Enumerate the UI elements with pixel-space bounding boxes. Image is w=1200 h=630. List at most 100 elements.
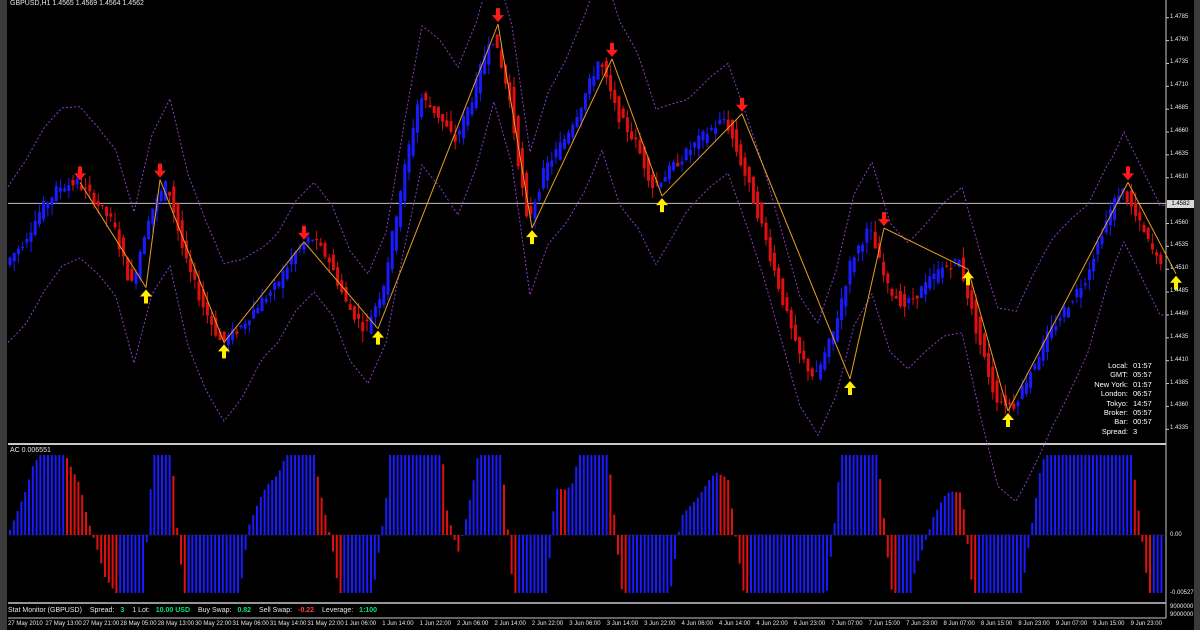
candle-body [634, 137, 638, 140]
clock-label: Tokyo: [1106, 398, 1128, 408]
ac-bar [1084, 455, 1087, 535]
time-tick-label: 28 May 05:00 [120, 621, 157, 627]
ac-bar [453, 535, 456, 540]
ac-bar [20, 501, 23, 535]
ac-bar [867, 455, 870, 535]
time-tick-label: 9 Jun 23:00 [1130, 621, 1162, 627]
candle-body [840, 298, 844, 321]
candle-body [378, 299, 382, 308]
ac-bar [875, 455, 878, 535]
ac-bar [841, 455, 844, 535]
candle-body [810, 368, 814, 377]
ac-bar [556, 488, 559, 535]
time-tick-label: 4 Jun 22:00 [756, 621, 788, 627]
ac-bar [818, 535, 821, 593]
ac-bar [1046, 455, 1049, 535]
ac-bar [993, 535, 996, 593]
candle-body [928, 276, 932, 289]
ac-bar [271, 480, 274, 535]
ac-bar [248, 524, 251, 535]
ac-bar [1004, 535, 1007, 593]
candle-body [1058, 318, 1062, 321]
candle-body [768, 237, 772, 262]
ac-bar [837, 482, 840, 535]
ac-bar [244, 535, 247, 551]
ac-bar [275, 476, 277, 535]
candle-body [1020, 385, 1024, 399]
lower-band [7, 99, 1166, 503]
candle-body [222, 331, 226, 340]
price-tick-label: 1.4560 [1170, 219, 1189, 226]
ac-bar [594, 455, 597, 535]
price-tick-label: 1.4710 [1170, 82, 1189, 89]
ac-bar [427, 455, 429, 535]
time-tick-label: 2 Jun 14:00 [494, 621, 526, 627]
time-tick-label: 2 Jun 22:00 [531, 621, 564, 627]
ac-bar [392, 455, 395, 535]
ac-bar [658, 535, 661, 593]
time-tick-label: 1 Jun 06:00 [344, 621, 377, 627]
ac-bar [9, 530, 11, 535]
candle-body [1138, 212, 1142, 221]
ac-bar [1149, 535, 1151, 593]
ac-bar [746, 535, 749, 593]
ac-bar [932, 516, 935, 535]
candle-body [835, 318, 839, 342]
ac-bar [803, 535, 806, 593]
buy-arrow-icon [844, 380, 856, 395]
buy-arrow-icon [372, 330, 384, 345]
ac-bar [157, 455, 160, 535]
ac-bar [1076, 455, 1079, 535]
ac-bar [719, 474, 722, 535]
candle-body [273, 283, 277, 290]
candle-body [403, 164, 407, 202]
ac-bar [772, 535, 775, 593]
candle-body [256, 308, 260, 314]
ac-bar [50, 455, 53, 535]
ac-bar [385, 498, 388, 535]
ac-bar [814, 535, 817, 593]
candle-body [264, 298, 268, 303]
sell-arrow-icon [878, 212, 890, 227]
candle-body [1066, 307, 1070, 318]
candle-body [764, 222, 768, 240]
ac-bar [85, 512, 87, 535]
ac-bar [674, 535, 676, 559]
time-tick-label: 31 May 22:00 [307, 621, 344, 627]
ac-bar [503, 484, 505, 535]
price-chart[interactable] [0, 0, 1200, 630]
ac-bar [905, 535, 908, 593]
candle-body [172, 186, 176, 214]
ac-bar [107, 535, 110, 583]
candle-body [688, 149, 692, 155]
ac-bar [1008, 535, 1011, 593]
ac-bar [199, 535, 201, 593]
ac-bar [586, 455, 589, 535]
ac-bar [533, 535, 536, 593]
ac-bar [267, 483, 270, 535]
ac-bar [898, 535, 901, 593]
ac-bar [1107, 455, 1110, 535]
ac-bar [176, 527, 179, 535]
ac-bar [328, 531, 331, 535]
candle-body [709, 127, 713, 130]
ac-bar [738, 535, 741, 564]
price-tick-label: 1.4735 [1170, 59, 1189, 66]
spread-label: Spread: [89, 607, 115, 614]
ac-bar [734, 535, 737, 537]
ac-bar [776, 535, 779, 593]
spread-value: 3 [120, 607, 125, 614]
ac-bar [647, 535, 650, 593]
clock-value: 01:57 [1133, 361, 1152, 370]
ac-bar [119, 535, 122, 593]
ac-bar [373, 535, 376, 580]
candle-body [142, 237, 146, 255]
candle-body [323, 243, 327, 257]
ac-bar [161, 455, 163, 535]
candle-body [621, 108, 625, 118]
clock-label: Broker: [1103, 408, 1128, 418]
ac-bar [351, 535, 353, 593]
ac-bar [309, 455, 312, 535]
candle-body [735, 129, 739, 152]
candle-body [315, 238, 319, 240]
